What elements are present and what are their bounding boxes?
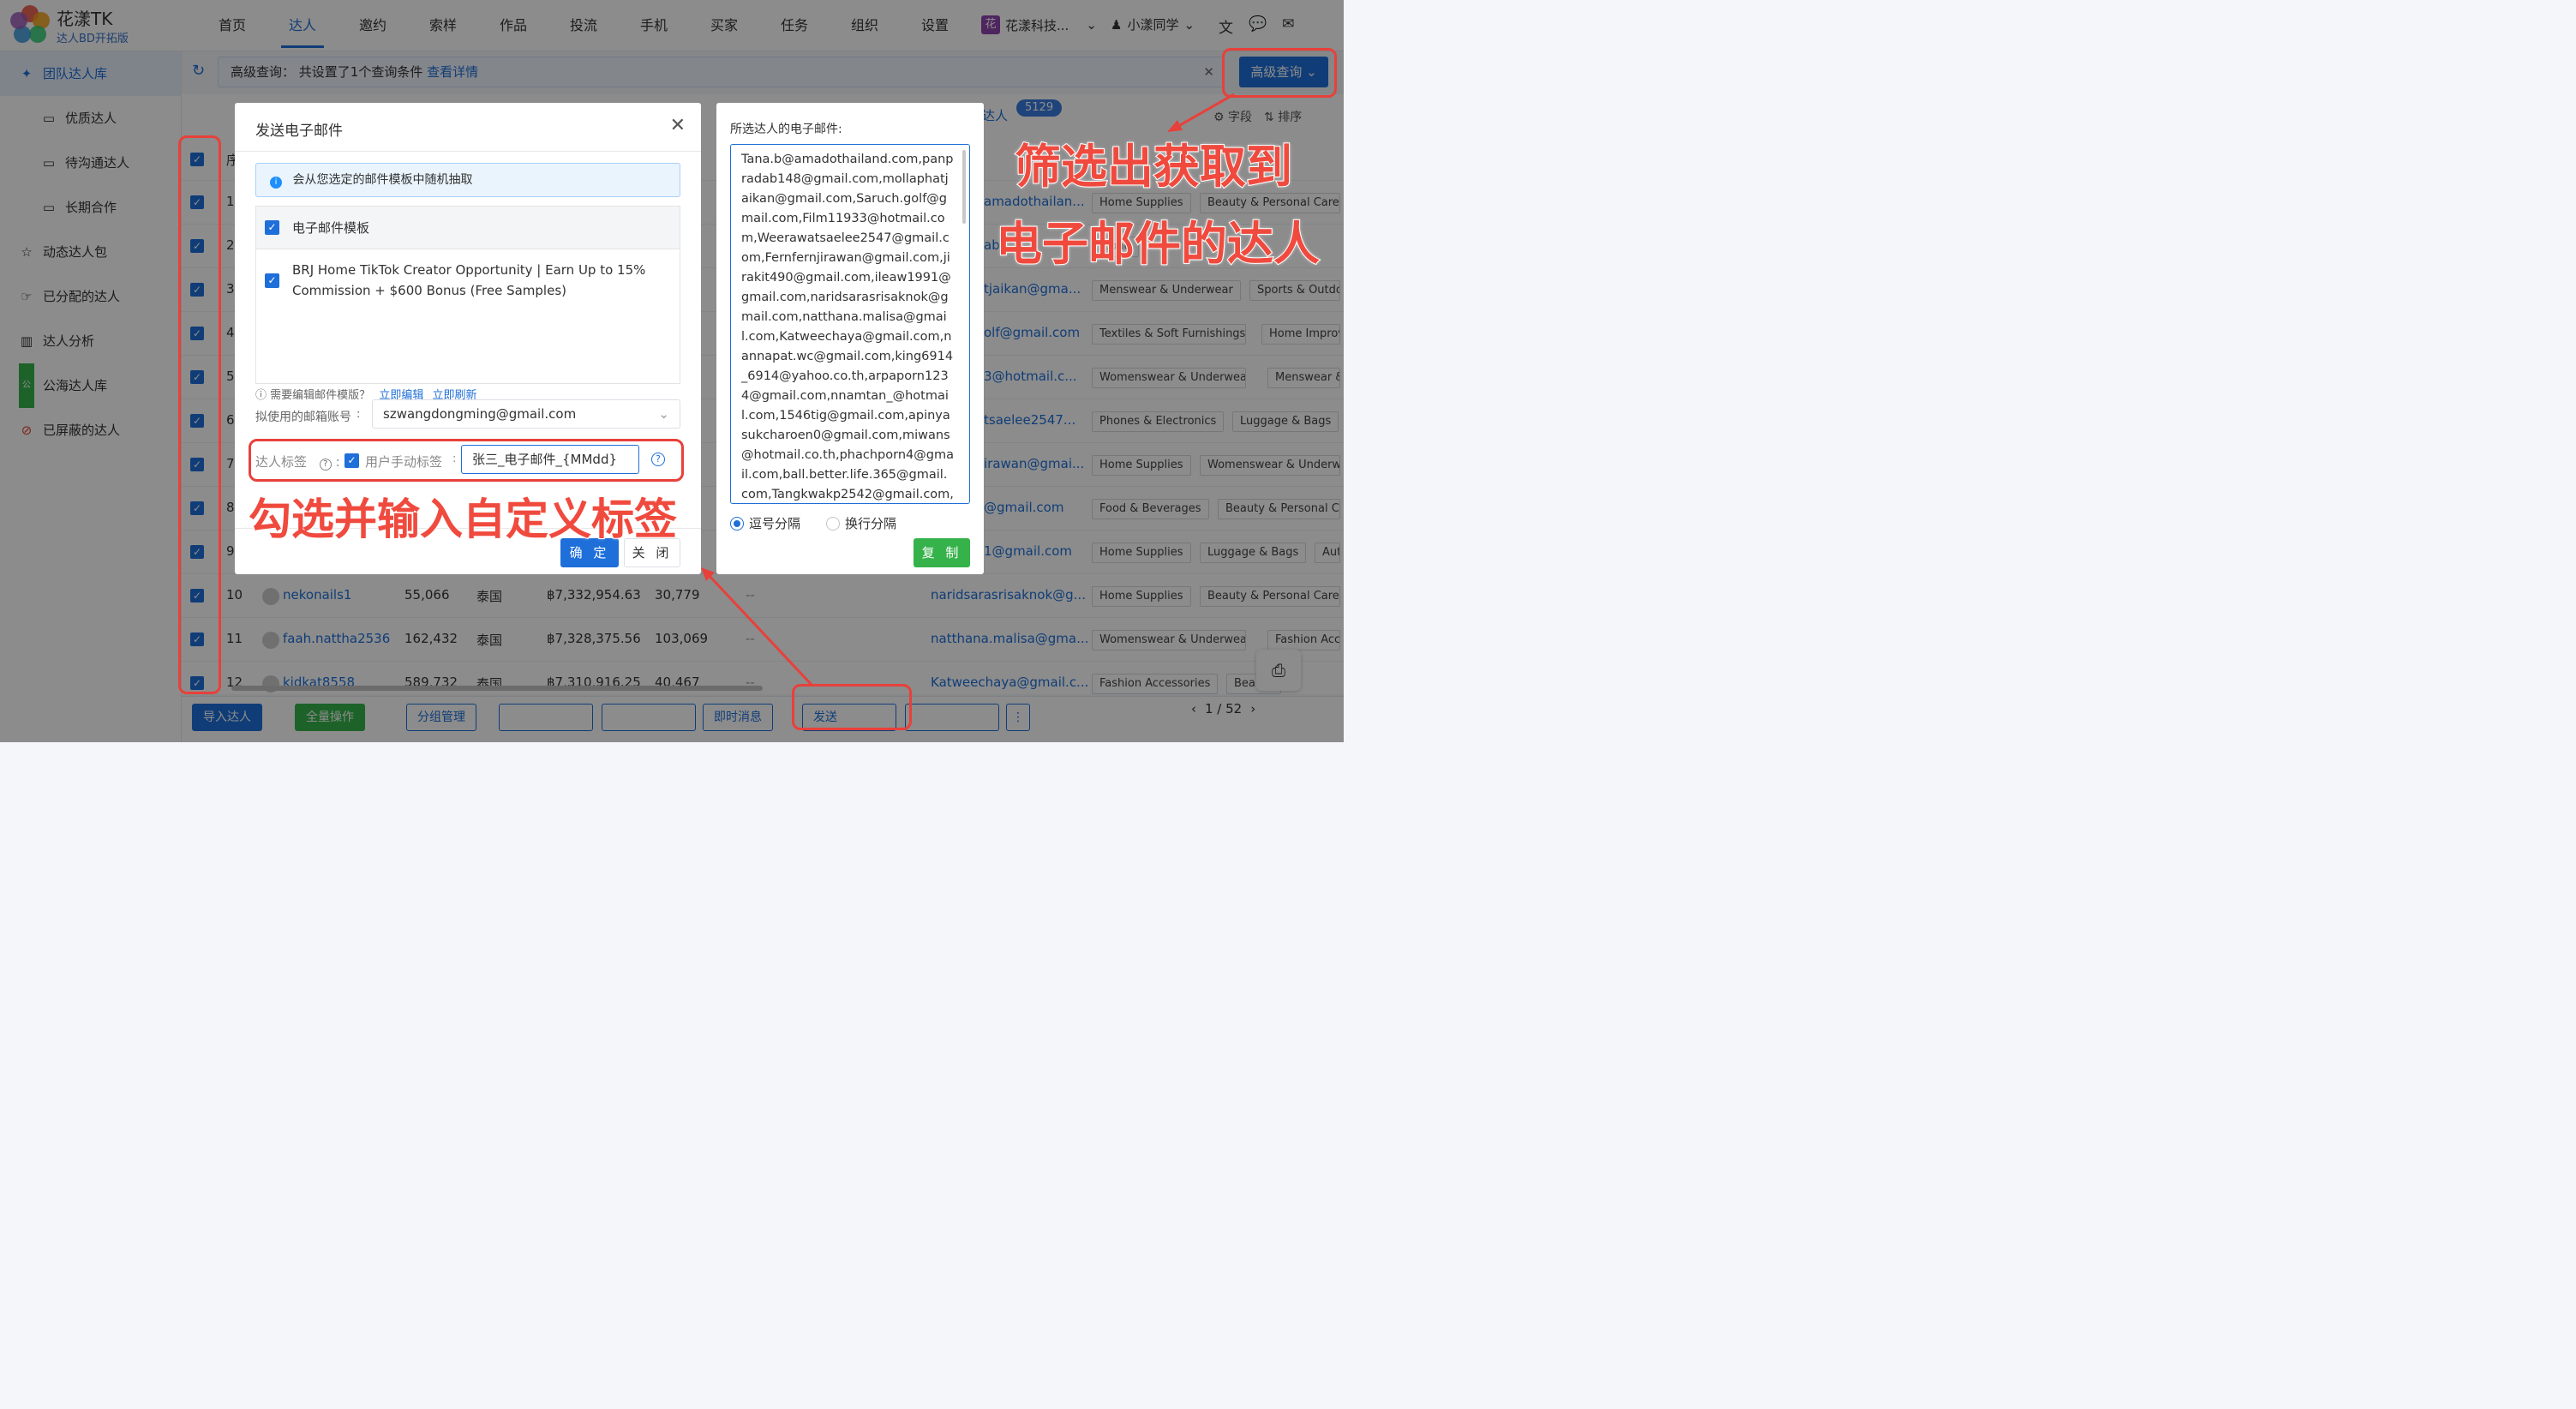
annotation-text: 电子邮件的达人 [995, 216, 1321, 272]
annotation-text: 筛选出获取到 [1014, 139, 1293, 195]
arrow-line [706, 573, 814, 687]
arrow-line [1173, 93, 1235, 130]
annotation-arrows [701, 93, 1235, 687]
annotation-text: 勾选并输入自定义标签 [248, 494, 678, 545]
